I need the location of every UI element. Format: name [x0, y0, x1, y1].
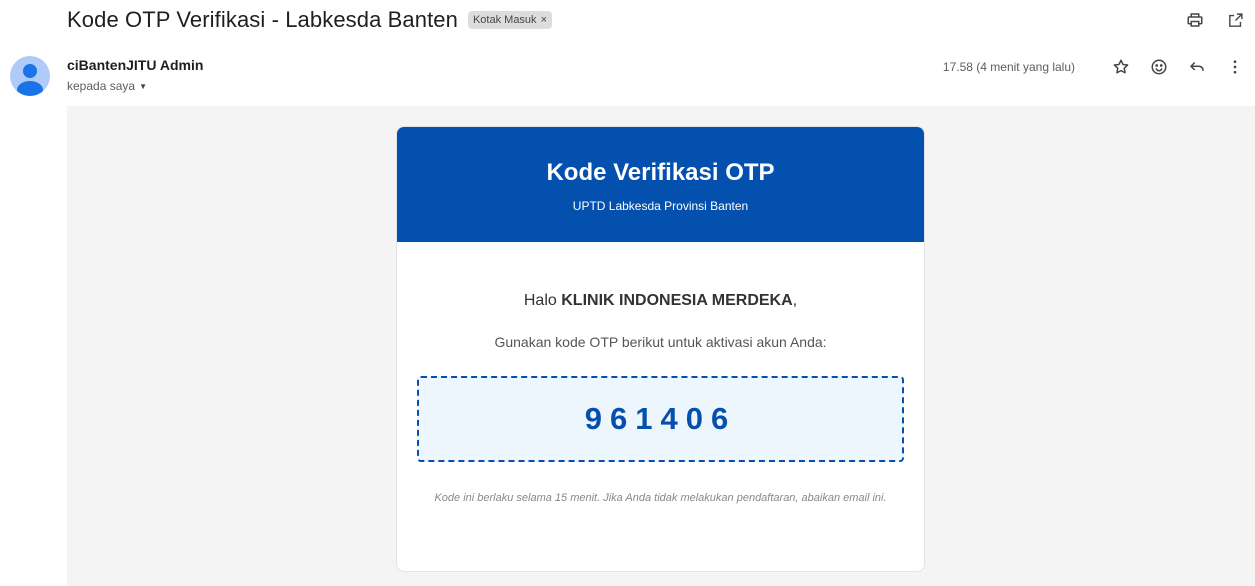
sender-block: ciBantenJITU Admin kepada saya ▼ — [67, 57, 203, 93]
otp-code[interactable]: 961406 — [585, 401, 736, 437]
recipient-details-toggle[interactable]: kepada saya ▼ — [67, 79, 203, 93]
label-chip-inbox[interactable]: Kotak Masuk × — [467, 11, 552, 29]
reply-icon[interactable] — [1187, 57, 1207, 77]
sender-name[interactable]: ciBantenJITU Admin — [67, 57, 203, 73]
label-chip-text: Kotak Masuk — [472, 14, 537, 26]
top-actions — [1185, 10, 1245, 30]
subject-row: Kode OTP Verifikasi - Labkesda Banten Ko… — [67, 6, 552, 34]
avatar[interactable] — [10, 56, 50, 96]
star-icon[interactable] — [1111, 57, 1131, 77]
otp-email-card: Kode Verifikasi OTP UPTD Labkesda Provin… — [396, 126, 925, 572]
card-subtitle: UPTD Labkesda Provinsi Banten — [572, 199, 749, 213]
card-header: Kode Verifikasi OTP UPTD Labkesda Provin… — [397, 127, 924, 242]
email-subject: Kode OTP Verifikasi - Labkesda Banten — [67, 7, 458, 32]
recipient-name: KLINIK INDONESIA MERDEKA — [561, 292, 793, 309]
greeting-prefix: Halo — [523, 292, 562, 309]
greeting-suffix: , — [792, 292, 798, 309]
card-title: Kode Verifikasi OTP — [546, 159, 775, 186]
otp-box: 961406 — [417, 376, 904, 462]
validity-note: Kode ini berlaku selama 15 menit. Jika A… — [434, 492, 887, 504]
open-in-new-window-icon[interactable] — [1225, 10, 1245, 30]
email-body: Kode Verifikasi OTP UPTD Labkesda Provin… — [67, 106, 1255, 586]
email-view: Kode OTP Verifikasi - Labkesda Banten Ko… — [0, 0, 1255, 586]
recipient-text: kepada saya — [67, 79, 136, 93]
chevron-down-icon[interactable]: ▼ — [139, 82, 147, 91]
emoji-reaction-icon[interactable] — [1149, 57, 1169, 77]
greeting: Halo KLINIK INDONESIA MERDEKA, — [397, 292, 924, 310]
print-icon[interactable] — [1185, 10, 1205, 30]
card-content: Halo KLINIK INDONESIA MERDEKA, Gunakan k… — [397, 292, 924, 507]
timestamp: 17.58 (4 menit yang lalu) — [942, 60, 1075, 74]
more-vert-icon[interactable] — [1225, 57, 1245, 77]
remove-label-button[interactable]: × — [541, 14, 547, 26]
message-actions: 17.58 (4 menit yang lalu) — [943, 57, 1245, 77]
instruction-text: Gunakan kode OTP berikut untuk aktivasi … — [494, 334, 827, 350]
